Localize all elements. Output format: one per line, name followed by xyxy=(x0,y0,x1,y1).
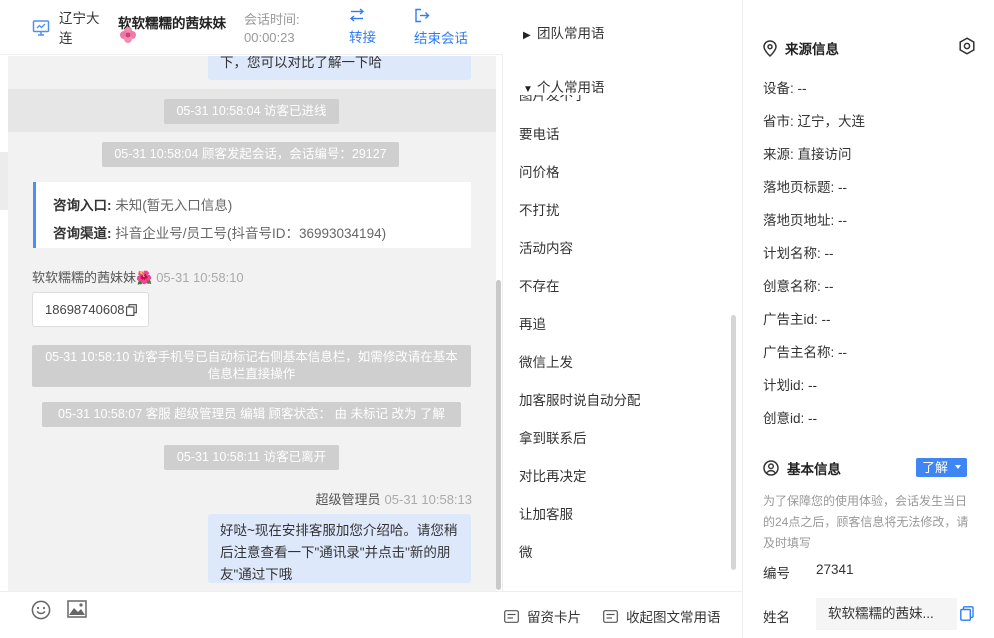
field-advertiser-id: 广告主id: -- xyxy=(763,312,831,327)
phrase-item[interactable]: 图片发不了 xyxy=(519,95,587,104)
chat-scrollbar[interactable] xyxy=(496,280,501,590)
phrase-item[interactable]: 活动内容 xyxy=(519,237,573,257)
source-info-title: 来源信息 xyxy=(763,38,839,58)
system-message: 05-31 10:58:04 访客已进线 xyxy=(164,99,339,124)
field-landing-url: 落地页地址: -- xyxy=(763,213,847,228)
consult-channel-row: 咨询渠道: 抖音企业号/员工号(抖音号ID：36993034194) xyxy=(53,226,387,241)
phrase-item[interactable]: 不存在 xyxy=(519,275,560,295)
field-device: 设备: -- xyxy=(763,81,807,96)
name-label: 姓名 xyxy=(763,610,790,625)
system-message: 05-31 10:58:04 顾客发起会话，会话编号：29127 xyxy=(102,142,399,167)
phrase-item[interactable]: 不打扰 xyxy=(519,199,560,219)
chat-panel: 辽宁大连 软软糯糯的茜妹妹 会话时间: 00:00:23 转接 结束会话 下，您… xyxy=(0,0,503,638)
input-toolbar xyxy=(0,591,503,638)
phrase-item[interactable]: 加客服时说自动分配 xyxy=(519,389,641,409)
copy-icon[interactable] xyxy=(126,304,137,316)
phrase-item[interactable]: 微信上发 xyxy=(519,351,573,371)
settings-icon[interactable] xyxy=(958,37,976,55)
chat-header: 辽宁大连 软软糯糯的茜妹妹 会话时间: 00:00:23 转接 结束会话 xyxy=(0,0,503,55)
field-creative-name: 创意名称: -- xyxy=(763,279,834,294)
session-time: 00:00:23 xyxy=(244,30,295,45)
field-plan-name: 计划名称: -- xyxy=(763,246,834,261)
consult-entry-row: 咨询入口: 未知(暂无入口信息) xyxy=(53,198,233,213)
logout-icon xyxy=(415,8,430,23)
customer-status-label: 了解 xyxy=(922,460,949,475)
collapse-phrases-label: 收起图文常用语 xyxy=(626,610,721,625)
visitor-sender: 软软糯糯的茜妹妹🌺 05-31 10:58:10 xyxy=(32,270,244,285)
name-input[interactable]: 软软糯糯的茜妹... xyxy=(816,598,957,630)
image-icon[interactable] xyxy=(67,600,87,618)
session-time-label: 会话时间: xyxy=(244,12,300,27)
team-phrases-label: 团队常用语 xyxy=(537,26,605,41)
info-edit-note: 为了保障您的使用体验，会话发生当日的24点之后，顾客信息将无法修改，请及时填写 xyxy=(763,494,969,550)
end-session-label: 结束会话 xyxy=(414,31,468,46)
phrase-panel: ▶ 团队常用语 ▼ 个人常用语 图片发不了 要电话 问价格 不打扰 活动内容 不存在… xyxy=(503,0,743,638)
personal-phrases-label: 个人常用语 xyxy=(537,80,605,95)
system-message: 05-31 10:58:07 客服 超级管理员 编辑 顾客状态： 由 未标记 改… xyxy=(42,402,461,427)
transfer-button[interactable]: 转接 xyxy=(349,8,376,46)
personal-phrases-group[interactable]: ▼ 个人常用语 xyxy=(523,76,605,96)
field-id-value: 27341 xyxy=(816,562,854,577)
field-landing-title: 落地页标题: -- xyxy=(763,180,847,195)
panel-edge xyxy=(0,152,8,210)
system-message: 05-31 10:58:10 访客手机号已自动标记右侧基本信息栏，如需修改请在基… xyxy=(32,345,471,387)
agent-message-bubble: 好哒~现在安排客服加您介绍哈。请您稍后注意查看一下"通讯录"并点击"新的朋友"通… xyxy=(208,514,471,583)
field-advertiser-name: 广告主名称: -- xyxy=(763,345,847,360)
agent-message-bubble: 下，您可以对比了解一下哈 xyxy=(208,56,471,80)
phrase-item[interactable]: 问价格 xyxy=(519,161,560,181)
message-list[interactable]: 下，您可以对比了解一下哈 05-31 10:58:04 访客已进线 05-31 … xyxy=(8,56,496,591)
field-province-city: 省市: 辽宁，大连 xyxy=(763,114,866,129)
user-circle-icon xyxy=(763,460,779,476)
phrase-scrollbar[interactable] xyxy=(731,315,736,570)
phrase-item[interactable]: 对比再决定 xyxy=(519,465,587,485)
field-plan-id: 计划id: -- xyxy=(763,378,817,393)
phrase-icon xyxy=(603,609,618,623)
collapse-phrases-button[interactable]: 收起图文常用语 xyxy=(603,606,721,626)
system-message: 05-31 10:58:11 访客已离开 xyxy=(164,445,339,470)
transfer-label: 转接 xyxy=(349,30,376,45)
caret-right-icon: ▶ xyxy=(523,30,531,41)
field-source: 来源: 直接访问 xyxy=(763,147,852,162)
consult-info-card: 咨询入口: 未知(暂无入口信息) 咨询渠道: 抖音企业号/员工号(抖音号ID：3… xyxy=(33,182,471,248)
customer-status-dropdown[interactable]: 了解 xyxy=(916,458,967,477)
monitor-icon xyxy=(32,20,50,36)
phrase-footer: 留资卡片 收起图文常用语 xyxy=(503,591,743,638)
lead-card-button[interactable]: 留资卡片 xyxy=(504,606,581,626)
phrase-item[interactable]: 再追 xyxy=(519,313,546,333)
phone-number: 18698740608 xyxy=(45,302,125,317)
phrase-item[interactable]: 拿到联系后 xyxy=(519,427,587,447)
phone-message[interactable]: 18698740608 xyxy=(32,292,149,327)
visitor-region: 辽宁大连 xyxy=(59,11,100,46)
field-id-label: 编号 xyxy=(763,566,790,581)
phrase-item[interactable]: 让加客服 xyxy=(519,503,573,523)
agent-sender: 超级管理员 05-31 10:58:13 xyxy=(315,492,472,507)
location-pin-icon xyxy=(763,39,777,57)
team-phrases-group[interactable]: ▶ 团队常用语 xyxy=(523,22,605,42)
visitor-info-panel: 来源信息 设备: -- 省市: 辽宁，大连 来源: 直接访问 落地页标题: --… xyxy=(743,0,994,638)
transfer-icon xyxy=(349,8,365,22)
flower-emoji-icon xyxy=(120,27,136,43)
copy-icon[interactable] xyxy=(960,606,974,621)
phrase-item[interactable]: 要电话 xyxy=(519,123,560,143)
field-creative-id: 创意id: -- xyxy=(763,411,817,426)
card-icon xyxy=(504,609,519,623)
basic-info-title: 基本信息 xyxy=(763,458,841,478)
end-session-button[interactable]: 结束会话 xyxy=(414,8,468,47)
phrase-item[interactable]: 微 xyxy=(519,541,533,561)
caret-down-icon xyxy=(955,465,961,469)
phrase-list[interactable]: 图片发不了 要电话 问价格 不打扰 活动内容 不存在 再追 微信上发 加客服时说… xyxy=(503,95,733,570)
emoji-icon[interactable] xyxy=(31,600,51,620)
lead-card-label: 留资卡片 xyxy=(527,610,581,625)
caret-down-icon: ▼ xyxy=(523,84,533,95)
